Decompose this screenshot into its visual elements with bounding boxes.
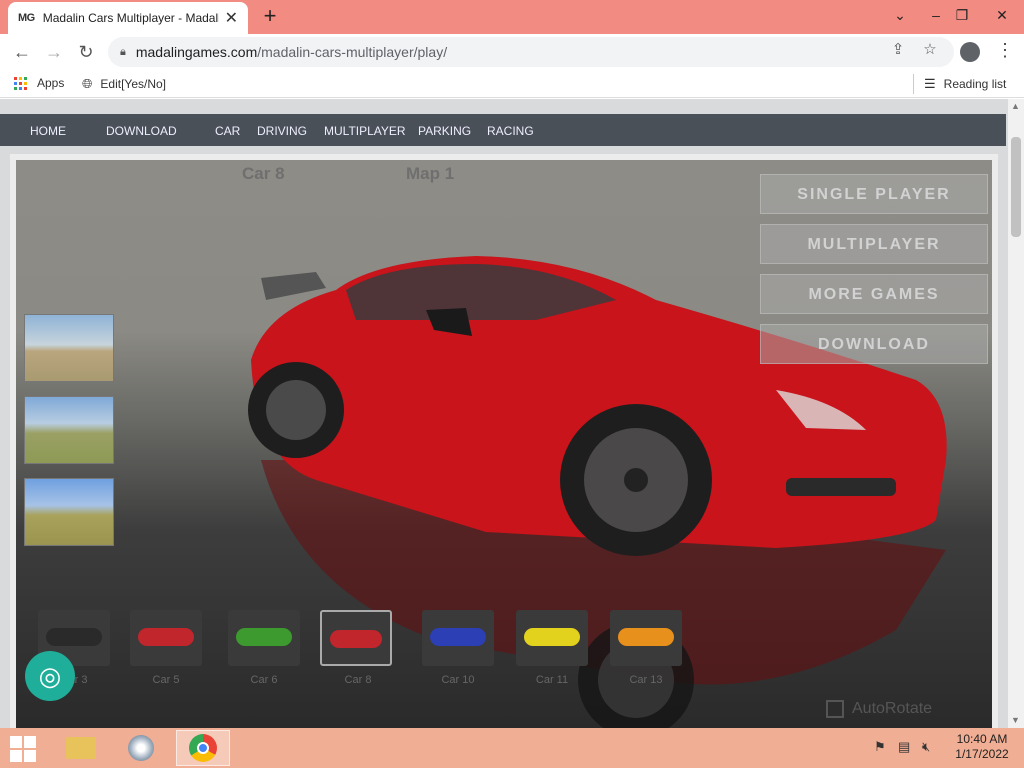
bookmark-edit-label: Edit[Yes/No] xyxy=(100,77,167,91)
selected-car-label: Car 8 xyxy=(242,164,285,183)
network-icon[interactable]: ▤ xyxy=(898,739,910,755)
car-thumbnail[interactable] xyxy=(610,610,682,666)
fingerprint-icon[interactable]: ◎ xyxy=(25,651,75,701)
car-thumbnail[interactable] xyxy=(228,610,300,666)
reading-list-button[interactable]: ☰ Reading list xyxy=(924,76,1006,92)
apps-label: Apps xyxy=(37,76,65,90)
file-explorer-icon[interactable] xyxy=(54,730,108,766)
nav-parking[interactable]: PARKING xyxy=(418,124,471,138)
map-thumbnail-1[interactable] xyxy=(24,314,114,382)
car-thumbnail-label: Car 11 xyxy=(535,674,569,686)
selected-map-label: Map 1 xyxy=(406,164,455,183)
browser-toolbar: ← → ↻ 🔒︎ madalingames.com/madalin-cars-m… xyxy=(0,34,1024,70)
bookmark-star-icon[interactable]: ☆ xyxy=(920,40,940,60)
site-navigation: HOME DOWNLOAD CAR DRIVING MULTIPLAYER PA… xyxy=(0,114,1006,146)
autorotate-toggle[interactable]: AutoRotate xyxy=(826,700,932,718)
clock-date: 1/17/2022 xyxy=(955,747,1009,761)
map-thumbnail-3[interactable] xyxy=(24,478,114,546)
chrome-taskbar-icon[interactable] xyxy=(176,730,230,766)
car-thumbnail[interactable] xyxy=(130,610,202,666)
nav-racing[interactable]: RACING xyxy=(487,124,534,138)
car-thumbnail-body xyxy=(524,628,580,646)
autorotate-checkbox[interactable] xyxy=(826,700,844,718)
clock-time: 10:40 AM xyxy=(956,732,1008,746)
volume-muted-icon[interactable]: 🔇︎ xyxy=(922,739,930,755)
game-canvas[interactable]: Car 8 Map 1 SINGLE PLAYER MULTIPLAYER MO… xyxy=(16,160,992,729)
single-player-button[interactable]: SINGLE PLAYER xyxy=(760,174,988,214)
bookmark-edit[interactable]: 🌐︎ Edit[Yes/No] xyxy=(82,76,166,92)
site-favicon-icon: MG xyxy=(18,12,35,24)
map-thumbnail-2[interactable] xyxy=(24,396,114,464)
autorotate-label: AutoRotate xyxy=(852,700,933,717)
globe-icon: 🌐︎ xyxy=(82,76,93,91)
nav-car[interactable]: CAR xyxy=(215,124,240,138)
tab-search-icon[interactable]: ⌄ xyxy=(884,0,916,30)
car-thumbnail-body xyxy=(236,628,292,646)
forward-button[interactable]: → xyxy=(42,40,66,64)
apps-grid-icon xyxy=(14,76,27,90)
tab-title: Madalin Cars Multiplayer - Madalin xyxy=(42,11,219,25)
bookmarks-bar: Apps 🌐︎ Edit[Yes/No] ☰ Reading list xyxy=(0,70,1024,98)
car-thumbnail-label: Car 8 xyxy=(344,674,372,686)
close-window-button[interactable]: ✕ xyxy=(986,0,1018,30)
lock-icon: 🔒︎ xyxy=(120,45,126,58)
windows-start-icon[interactable] xyxy=(10,736,38,762)
car-thumbnail[interactable] xyxy=(422,610,494,666)
flag-icon[interactable]: ⚑ xyxy=(874,739,886,755)
scroll-up-icon[interactable]: ▲ xyxy=(1011,101,1020,111)
restore-button[interactable]: ❐ xyxy=(946,0,978,30)
folder-shape xyxy=(66,737,96,759)
scroll-down-icon[interactable]: ▼ xyxy=(1011,715,1020,725)
web-page: HOME DOWNLOAD CAR DRIVING MULTIPLAYER PA… xyxy=(0,99,1008,729)
nav-download[interactable]: DOWNLOAD xyxy=(106,124,177,138)
profile-avatar[interactable] xyxy=(960,42,980,62)
car-thumbnail-body xyxy=(330,630,382,648)
car-thumbnail-body xyxy=(430,628,486,646)
tab-strip: MG Madalin Cars Multiplayer - Madalin ✕ … xyxy=(0,0,1024,34)
reading-list-label: Reading list xyxy=(943,77,1007,91)
chrome-logo xyxy=(189,734,217,762)
game-frame: Car 8 Map 1 SINGLE PLAYER MULTIPLAYER MO… xyxy=(10,154,998,729)
nav-driving[interactable]: DRIVING xyxy=(257,124,307,138)
nav-multiplayer[interactable]: MULTIPLAYER xyxy=(324,124,406,138)
apps-shortcut[interactable]: Apps xyxy=(14,76,64,90)
car-thumbnail-label: Car 6 xyxy=(250,674,278,686)
url-text: madalingames.com/madalin-cars-multiplaye… xyxy=(135,44,448,60)
new-tab-button[interactable]: + xyxy=(258,4,282,28)
car-thumbnail-body xyxy=(46,628,102,646)
reload-button[interactable]: ↻ xyxy=(74,40,98,64)
scroll-thumb[interactable] xyxy=(1011,137,1021,237)
car-thumbnail-body xyxy=(618,628,674,646)
back-button[interactable]: ← xyxy=(10,40,34,64)
more-games-button[interactable]: MORE GAMES xyxy=(760,274,988,314)
bookmarks-divider xyxy=(913,74,914,94)
address-bar[interactable]: 🔒︎ madalingames.com/madalin-cars-multipl… xyxy=(108,37,954,67)
car-thumbnail-label: Car 13 xyxy=(629,674,663,686)
car-thumbnail-label: Car 10 xyxy=(441,674,475,686)
system-clock[interactable]: 10:40 AM 1/17/2022 xyxy=(950,732,1014,762)
nav-home[interactable]: HOME xyxy=(30,124,66,138)
multiplayer-button[interactable]: MULTIPLAYER xyxy=(760,224,988,264)
browser-menu-icon[interactable]: ⋮ xyxy=(996,40,1014,61)
browser-tab[interactable]: MG Madalin Cars Multiplayer - Madalin ✕ xyxy=(8,2,248,34)
share-icon[interactable]: ⇪ xyxy=(888,40,908,60)
chrome-logo-center xyxy=(197,742,209,754)
car-thumbnail-body xyxy=(138,628,194,646)
page-scrollbar[interactable]: ▲ ▼ xyxy=(1008,99,1024,729)
reading-list-icon: ☰ xyxy=(924,76,936,91)
media-player-icon[interactable] xyxy=(114,730,168,766)
windows-taskbar: ⚑ ▤ 🔇︎ 10:40 AM 1/17/2022 xyxy=(0,728,1024,768)
car-thumbnail-selected[interactable] xyxy=(320,610,392,666)
car-thumbnail[interactable] xyxy=(516,610,588,666)
close-tab-icon[interactable]: ✕ xyxy=(225,8,238,28)
media-disc-shape xyxy=(128,735,154,761)
car-thumbnail-label: Car 5 xyxy=(152,674,180,686)
download-button[interactable]: DOWNLOAD xyxy=(760,324,988,364)
